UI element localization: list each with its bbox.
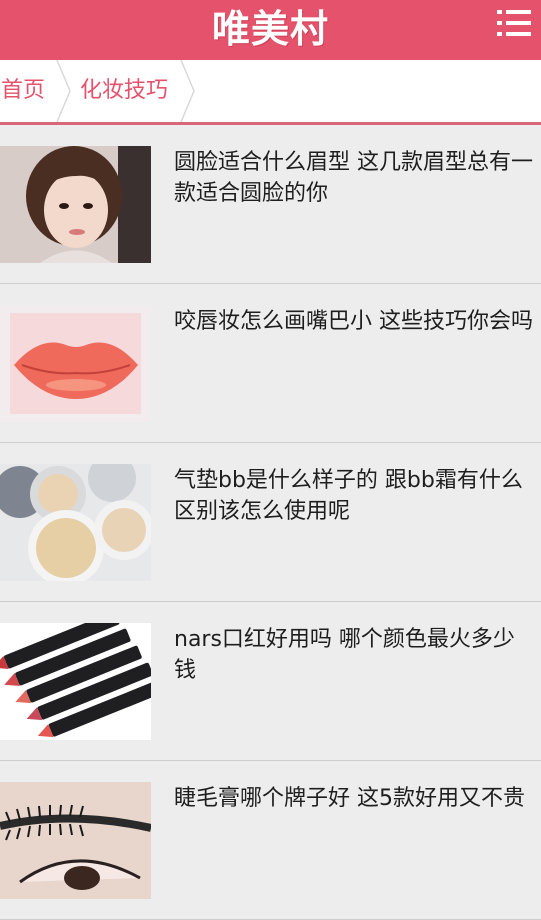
mascara-photo [0, 782, 151, 899]
hamburger-menu-icon[interactable] [497, 9, 531, 37]
lips-photo [0, 305, 151, 422]
article-item[interactable]: 气垫bb是什么样子的 跟bb霜有什么区别该怎么使用呢 [0, 443, 541, 602]
article-title[interactable]: 圆脸适合什么眉型 这几款眉型总有一款适合圆脸的你 [174, 147, 534, 209]
article-item[interactable]: 咬唇妆怎么画嘴巴小 这些技巧你会吗 [0, 284, 541, 443]
portrait-photo [0, 146, 151, 263]
breadcrumb-home[interactable]: 首页 [1, 60, 45, 122]
breadcrumb-makeup-tips[interactable]: 化妆技巧 [80, 60, 168, 122]
breadcrumb: 首页 化妆技巧 [0, 60, 541, 125]
app-title: 唯美村 [211, 7, 329, 51]
article-item[interactable]: 睫毛膏哪个牌子好 这5款好用又不贵 [0, 761, 541, 920]
article-title[interactable]: 咬唇妆怎么画嘴巴小 这些技巧你会吗 [174, 306, 534, 337]
article-item[interactable]: nars口红好用吗 哪个颜色最火多少钱 [0, 602, 541, 761]
chevron-right-icon [56, 60, 71, 122]
article-title[interactable]: 气垫bb是什么样子的 跟bb霜有什么区别该怎么使用呢 [174, 465, 534, 527]
lipstick-pencils-photo [0, 623, 151, 740]
article-title[interactable]: 睫毛膏哪个牌子好 这5款好用又不贵 [174, 783, 534, 814]
chevron-right-icon [180, 60, 195, 122]
app-header: 唯美村 [0, 0, 541, 60]
cushion-compact-photo [0, 464, 151, 581]
article-item[interactable]: 圆脸适合什么眉型 这几款眉型总有一款适合圆脸的你 [0, 125, 541, 284]
article-title[interactable]: nars口红好用吗 哪个颜色最火多少钱 [174, 624, 534, 686]
